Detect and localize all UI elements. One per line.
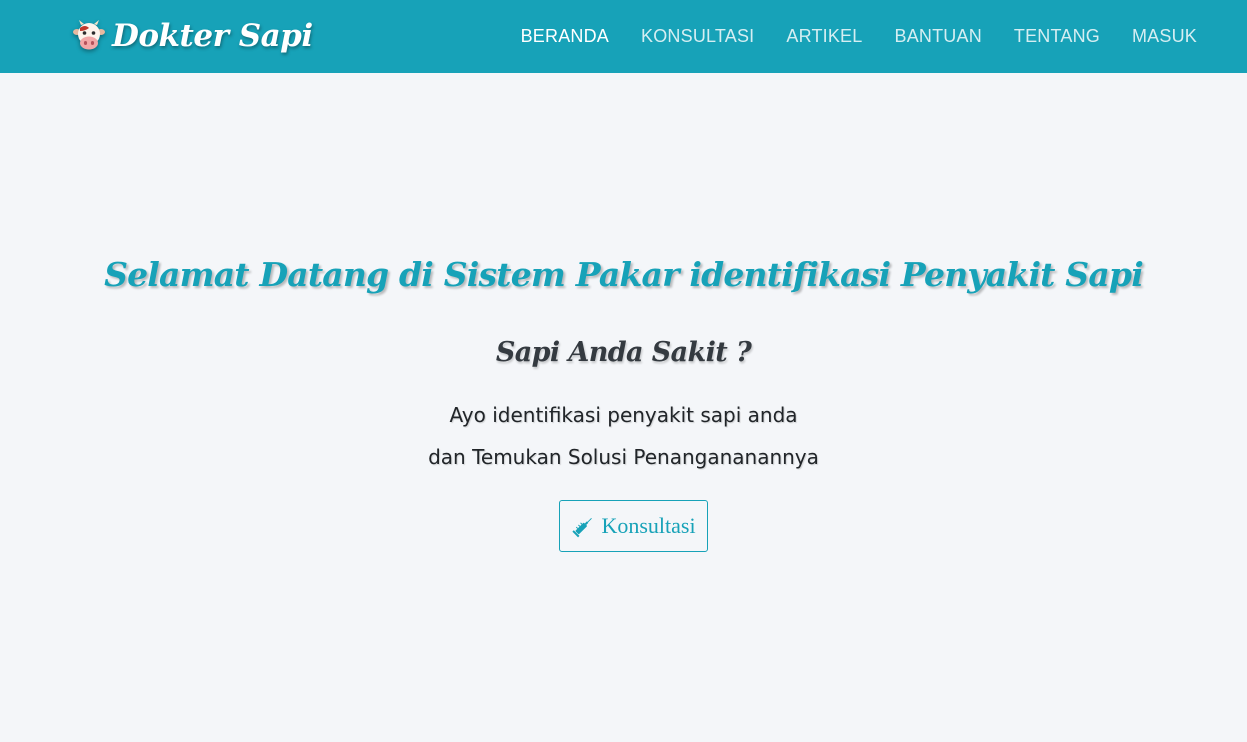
navbar: Dokter Sapi BERANDA KONSULTASI ARTIKEL B…: [0, 0, 1247, 73]
nav-item-beranda[interactable]: BERANDA: [521, 26, 609, 47]
hero-title: Selamat Datang di Sistem Pakar identifik…: [104, 255, 1144, 294]
brand-name: Dokter Sapi: [112, 18, 313, 54]
konsultasi-button[interactable]: Konsultasi: [559, 500, 708, 552]
nav-item-bantuan[interactable]: BANTUAN: [894, 26, 981, 47]
brand-link[interactable]: Dokter Sapi: [72, 14, 313, 58]
konsultasi-button-label: Konsultasi: [601, 513, 696, 538]
nav-item-konsultasi[interactable]: KONSULTASI: [641, 26, 754, 47]
hero-text-line-2: dan Temukan Solusi Penangananannya: [428, 445, 819, 469]
syringe-icon: [572, 517, 593, 538]
nav-item-tentang[interactable]: TENTANG: [1014, 26, 1100, 47]
nav-item-masuk[interactable]: MASUK: [1132, 26, 1197, 47]
nav-item-artikel[interactable]: ARTIKEL: [786, 26, 862, 47]
cow-face-icon: [73, 20, 105, 50]
hero-text-line-1: Ayo identifikasi penyakit sapi anda: [449, 403, 798, 427]
hero-subtitle: Sapi Anda Sakit ?: [495, 337, 752, 368]
main-nav: BERANDA KONSULTASI ARTIKEL BANTUAN TENTA…: [489, 0, 1197, 73]
